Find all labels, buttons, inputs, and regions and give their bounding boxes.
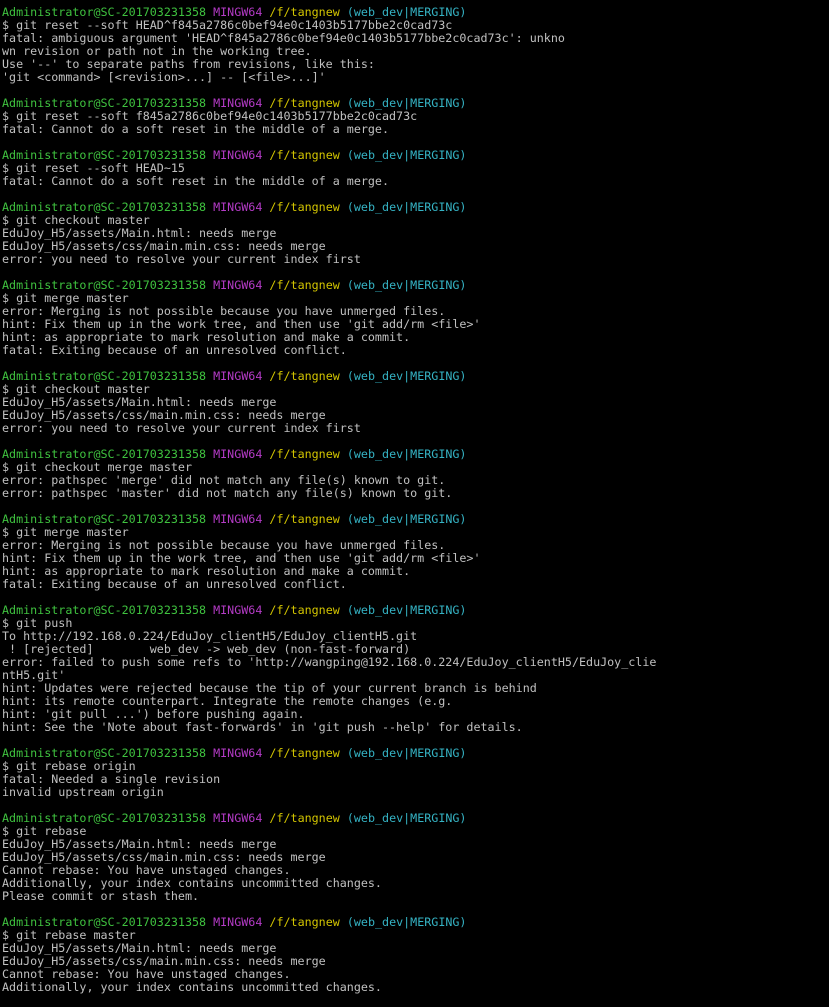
prompt-shell: MINGW64 [213, 278, 263, 292]
prompt-path: /f/tangnew [269, 278, 340, 292]
prompt-shell: MINGW64 [213, 5, 263, 19]
command-block: Administrator@SC-201703231358 MINGW64 /f… [2, 448, 829, 513]
command-block: Administrator@SC-201703231358 MINGW64 /f… [2, 812, 829, 916]
output-line: error: pathspec 'master' did not match a… [2, 486, 453, 500]
output-line: fatal: Exiting because of an unresolved … [2, 343, 347, 357]
prompt-shell: MINGW64 [213, 512, 263, 526]
prompt-shell: MINGW64 [213, 746, 263, 760]
output-line: fatal: Exiting because of an unresolved … [2, 577, 347, 591]
prompt-branch: (web_dev|MERGING) [346, 369, 467, 383]
prompt-shell: MINGW64 [213, 447, 263, 461]
command-block: Administrator@SC-201703231358 MINGW64 /f… [2, 370, 829, 448]
prompt-line: Administrator@SC-201703231358 MINGW64 /f… [2, 812, 829, 825]
prompt-path: /f/tangnew [269, 915, 340, 929]
command-block: Administrator@SC-201703231358 MINGW64 /f… [2, 6, 829, 97]
command-block: Administrator@SC-201703231358 MINGW64 /f… [2, 747, 829, 812]
prompt-user-host: Administrator@SC-201703231358 [2, 369, 207, 383]
prompt-branch: (web_dev|MERGING) [346, 603, 467, 617]
prompt-path: /f/tangnew [269, 512, 340, 526]
command-block: Administrator@SC-201703231358 MINGW64 /f… [2, 513, 829, 604]
prompt-branch: (web_dev|MERGING) [346, 512, 467, 526]
prompt-path: /f/tangnew [269, 746, 340, 760]
prompt-branch: (web_dev|MERGING) [346, 200, 467, 214]
output-line: fatal: Cannot do a soft reset in the mid… [2, 174, 390, 188]
terminal-window[interactable]: Administrator@SC-201703231358 MINGW64 /f… [0, 0, 829, 1007]
command-block: Administrator@SC-201703231358 MINGW64 /f… [2, 149, 829, 201]
prompt-shell: MINGW64 [213, 369, 263, 383]
prompt-user-host: Administrator@SC-201703231358 [2, 96, 207, 110]
output-line: hint: See the 'Note about fast-forwards'… [2, 720, 523, 734]
prompt-user-host: Administrator@SC-201703231358 [2, 5, 207, 19]
prompt-shell: MINGW64 [213, 200, 263, 214]
prompt-user-host: Administrator@SC-201703231358 [2, 915, 207, 929]
command-block: Administrator@SC-201703231358 MINGW64 /f… [2, 97, 829, 149]
output-line: error: you need to resolve your current … [2, 252, 361, 266]
prompt-path: /f/tangnew [269, 96, 340, 110]
prompt-branch: (web_dev|MERGING) [346, 746, 467, 760]
prompt-path: /f/tangnew [269, 447, 340, 461]
prompt-path: /f/tangnew [269, 148, 340, 162]
prompt-shell: MINGW64 [213, 811, 263, 825]
prompt-branch: (web_dev|MERGING) [346, 278, 467, 292]
prompt-branch: (web_dev|MERGING) [346, 148, 467, 162]
output-line: Additionally, your index contains uncomm… [2, 980, 382, 994]
prompt-branch: (web_dev|MERGING) [346, 811, 467, 825]
output-line: fatal: Cannot do a soft reset in the mid… [2, 122, 390, 136]
prompt-path: /f/tangnew [269, 5, 340, 19]
output-line: 'git <command> [<revision>...] -- [<file… [2, 70, 326, 84]
command-block: Administrator@SC-201703231358 MINGW64 /f… [2, 604, 829, 747]
prompt-user-host: Administrator@SC-201703231358 [2, 746, 207, 760]
prompt-user-host: Administrator@SC-201703231358 [2, 512, 207, 526]
output-line: invalid upstream origin [2, 785, 164, 799]
prompt-branch: (web_dev|MERGING) [346, 915, 467, 929]
prompt-line: Administrator@SC-201703231358 MINGW64 /f… [2, 604, 829, 617]
prompt-user-host: Administrator@SC-201703231358 [2, 200, 207, 214]
prompt-shell: MINGW64 [213, 915, 263, 929]
prompt-shell: MINGW64 [213, 148, 263, 162]
prompt-branch: (web_dev|MERGING) [346, 96, 467, 110]
prompt-branch: (web_dev|MERGING) [346, 447, 467, 461]
output-line: Please commit or stash them. [2, 889, 200, 903]
prompt-user-host: Administrator@SC-201703231358 [2, 278, 207, 292]
prompt-user-host: Administrator@SC-201703231358 [2, 447, 207, 461]
prompt-branch: (web_dev|MERGING) [346, 5, 467, 19]
prompt-path: /f/tangnew [269, 369, 340, 383]
command-block: Administrator@SC-201703231358 MINGW64 /f… [2, 279, 829, 370]
prompt-path: /f/tangnew [269, 200, 340, 214]
prompt-user-host: Administrator@SC-201703231358 [2, 811, 207, 825]
prompt-user-host: Administrator@SC-201703231358 [2, 603, 207, 617]
command-block: Administrator@SC-201703231358 MINGW64 /f… [2, 201, 829, 279]
prompt-user-host: Administrator@SC-201703231358 [2, 148, 207, 162]
prompt-path: /f/tangnew [269, 811, 340, 825]
prompt-shell: MINGW64 [213, 603, 263, 617]
prompt-path: /f/tangnew [269, 603, 340, 617]
output-line: error: failed to push some refs to 'http… [2, 655, 657, 669]
output-line: error: you need to resolve your current … [2, 421, 361, 435]
command-block: Administrator@SC-201703231358 MINGW64 /f… [2, 916, 829, 994]
prompt-shell: MINGW64 [213, 96, 263, 110]
